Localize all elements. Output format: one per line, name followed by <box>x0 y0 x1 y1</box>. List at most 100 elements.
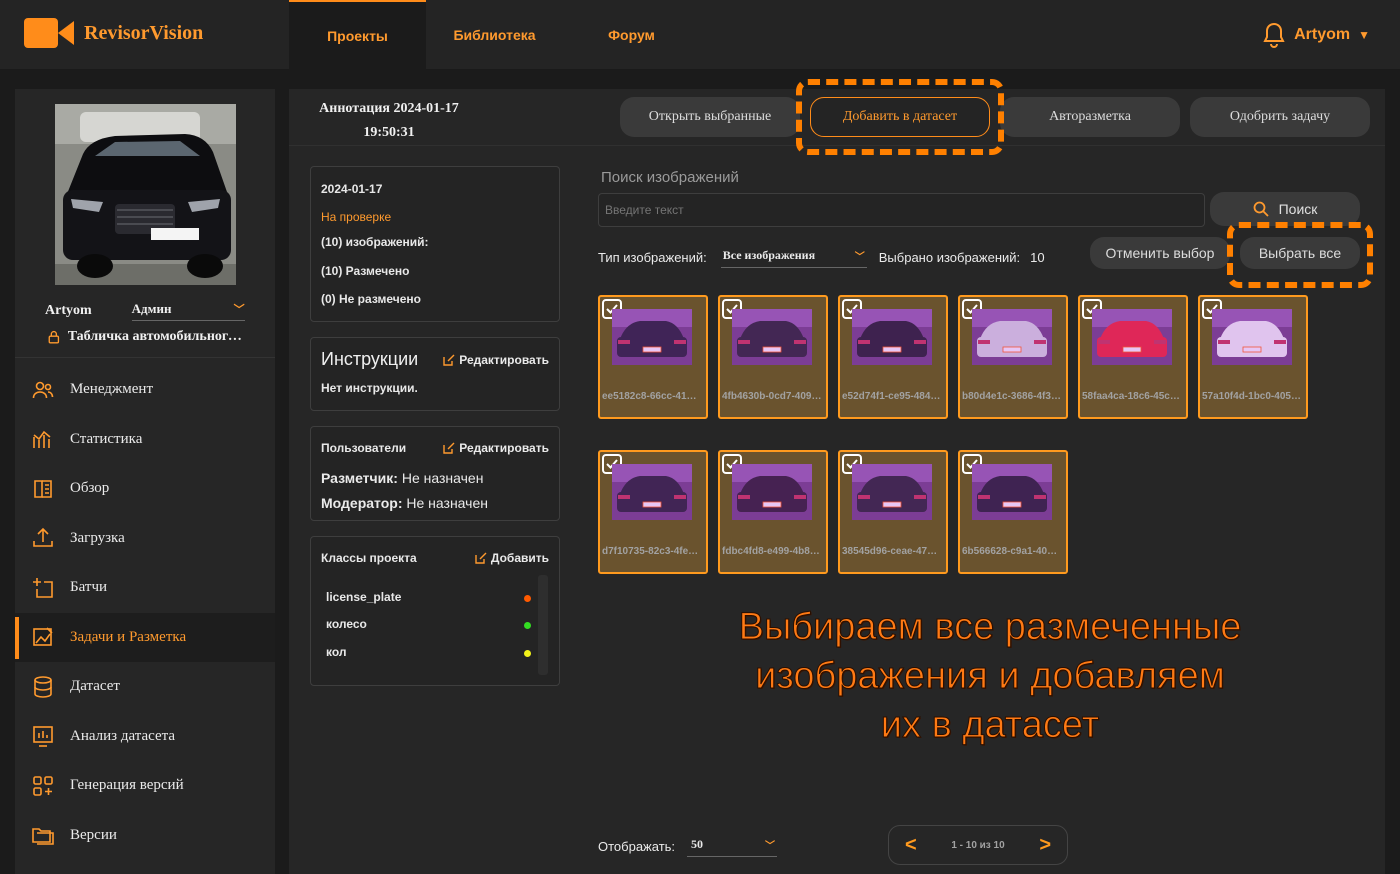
grid-plus-icon <box>31 774 55 798</box>
sidebar-item-tasks[interactable]: Задачи и Разметка <box>15 612 275 662</box>
task-title-line1: Аннотация 2024-01-17 <box>319 101 459 116</box>
app-name: RevisorVision <box>84 21 204 44</box>
image-filename: e52d74f1-ce95-484… <box>842 391 941 402</box>
sidebar-item-dataset-analysis[interactable]: Анализ датасета <box>15 712 275 762</box>
image-card[interactable]: ee5182c8-66cc-41… <box>598 295 708 419</box>
sidebar-item-statistics[interactable]: Статистика <box>15 415 275 465</box>
image-card[interactable]: 6b566628-c9a1-40… <box>958 450 1068 574</box>
car-thumbnail <box>852 309 932 365</box>
moderator-row: Модератор: Не назначен <box>321 495 488 511</box>
per-page-select[interactable]: 50 ﹀ <box>687 835 778 857</box>
annotate-icon <box>31 625 55 649</box>
search-input[interactable] <box>598 193 1205 227</box>
instructions-text: Нет инструкции. <box>321 381 418 395</box>
select-all-button[interactable]: Выбрать все <box>1240 237 1360 269</box>
selected-count: 10 <box>1030 249 1045 265</box>
sidebar-item-label: Версии <box>70 826 117 843</box>
analysis-icon <box>31 724 55 748</box>
caret-down-icon[interactable]: ▼ <box>1358 28 1370 42</box>
folders-icon <box>31 823 55 847</box>
car-thumbnail <box>732 464 812 520</box>
image-card[interactable]: 38545d96-ceae-47… <box>838 450 948 574</box>
add-class-link[interactable]: Добавить <box>475 551 549 565</box>
sidebar-user-row: Artyom Админ ﹀ <box>45 301 245 321</box>
bell-icon[interactable] <box>1262 22 1286 48</box>
edit-instructions-link[interactable]: Редактировать <box>443 353 549 367</box>
car-thumbnail <box>1092 309 1172 365</box>
image-card[interactable]: d7f10735-82c3-4fe… <box>598 450 708 574</box>
image-card[interactable]: fdbc4fd8-e499-4b8… <box>718 450 828 574</box>
image-card[interactable]: 58faa4ca-18c6-45c… <box>1078 295 1188 419</box>
sidebar-item-label: Обзор <box>70 480 110 497</box>
image-card[interactable]: b80d4e1c-3686-4f3… <box>958 295 1068 419</box>
image-card[interactable]: 57a10f4d-1bc0-405… <box>1198 295 1308 419</box>
users-card: Пользователи Редактировать Разметчик: Не… <box>310 426 560 521</box>
type-label: Тип изображений: <box>598 249 707 265</box>
camera-logo-icon <box>24 18 74 48</box>
app-logo[interactable]: RevisorVision <box>24 18 203 48</box>
caption-line: их в датасет <box>880 704 1100 747</box>
project-avatar <box>55 104 236 285</box>
image-type-select[interactable]: Все изображения ﹀ <box>720 246 867 268</box>
nav-tab-library[interactable]: Библиотека <box>426 0 563 70</box>
annotator-label: Разметчик: <box>321 470 398 486</box>
chevron-down-icon: ﹀ <box>854 252 865 263</box>
sidebar-item-label: Задачи и Разметка <box>70 628 187 645</box>
class-color-dot <box>524 595 531 602</box>
sidebar-item-dataset[interactable]: Датасет <box>15 662 275 712</box>
class-name[interactable]: кол <box>326 645 347 659</box>
prev-page-icon[interactable]: < <box>905 834 917 857</box>
instructions-title: Инструкции <box>321 349 419 369</box>
car-thumbnail <box>612 309 692 365</box>
edit-users-link[interactable]: Редактировать <box>443 441 549 455</box>
sidebar-item-batches[interactable]: Батчи <box>15 563 275 613</box>
user-menu[interactable]: Artyom ▼ <box>1262 22 1370 48</box>
tutorial-caption: Выбираем все размеченные изображения и д… <box>640 603 1340 750</box>
info-labeled-count: (10) Размечено <box>321 264 410 278</box>
sidebar-item-overview[interactable]: Обзор <box>15 464 275 514</box>
edit-label: Редактировать <box>459 441 549 455</box>
info-images-count: (10) изображений: <box>321 235 429 249</box>
project-name: Табличка автомобильного номера <box>67 329 248 344</box>
role-select[interactable]: Админ ﹀ <box>131 301 245 321</box>
image-card[interactable]: e52d74f1-ce95-484… <box>838 295 948 419</box>
approve-task-button[interactable]: Одобрить задачу <box>1190 97 1370 137</box>
page-info: 1 - 10 из 10 <box>951 839 1005 851</box>
moderator-label: Модератор: <box>321 495 403 511</box>
open-selected-button[interactable]: Открыть выбранные <box>620 97 800 137</box>
car-thumbnail <box>1212 309 1292 365</box>
users-title: Пользователи <box>321 441 407 455</box>
class-name[interactable]: license_plate <box>326 590 401 604</box>
sidebar-item-label: Генерация версий <box>70 777 184 794</box>
task-info-card: 2024-01-17 На проверке (10) изображений:… <box>310 166 560 322</box>
clear-selection-button[interactable]: Отменить выбор <box>1090 237 1230 269</box>
user-name[interactable]: Artyom <box>1294 26 1350 44</box>
classes-title: Классы проекта <box>321 551 417 565</box>
classes-scrollbar[interactable] <box>538 575 548 675</box>
sidebar-item-management[interactable]: Менеджмент <box>15 365 275 415</box>
chart-icon <box>31 427 55 451</box>
next-page-icon[interactable]: > <box>1039 834 1051 857</box>
selected-label: Выбрано изображений: <box>878 249 1021 265</box>
task-title: Аннотация 2024-01-17 19:50:31 <box>289 97 489 145</box>
sidebar-item-versions[interactable]: Версии <box>15 811 275 861</box>
add-to-dataset-button[interactable]: Добавить в датасет <box>810 97 990 137</box>
users-icon <box>31 378 55 402</box>
project-classes-card: Классы проекта Добавить license_plate ко… <box>310 536 560 686</box>
annotator-row: Разметчик: Не назначен <box>321 470 483 486</box>
project-name-row[interactable]: Табличка автомобильного номера <box>48 329 248 345</box>
sidebar-item-label: Анализ датасета <box>70 727 176 744</box>
nav-tab-projects[interactable]: Проекты <box>289 0 426 70</box>
image-card[interactable]: 4fb4630b-0cd7-409… <box>718 295 828 419</box>
book-icon <box>31 477 55 501</box>
sidebar-item-upload[interactable]: Загрузка <box>15 514 275 564</box>
search-button[interactable]: Поиск <box>1210 192 1360 226</box>
caption-line: Выбираем все размеченные <box>738 606 1242 649</box>
search-button-label: Поиск <box>1278 201 1318 217</box>
info-unlabeled-count: (0) Не размечено <box>321 292 421 306</box>
class-name[interactable]: колесо <box>326 617 367 631</box>
role-value: Админ <box>131 301 172 316</box>
auto-annotate-button[interactable]: Авторазметка <box>1000 97 1180 137</box>
nav-tab-forum[interactable]: Форум <box>563 0 700 70</box>
sidebar-item-version-generation[interactable]: Генерация версий <box>15 761 275 811</box>
